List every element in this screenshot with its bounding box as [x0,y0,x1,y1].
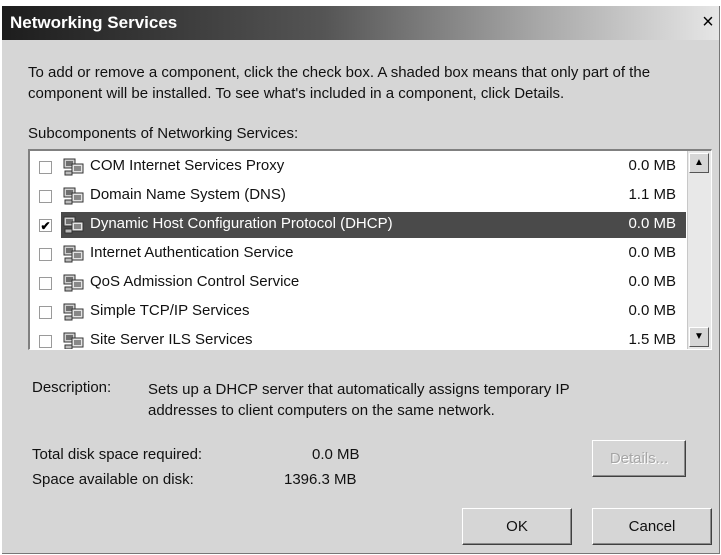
component-size: 1.1 MB [628,186,676,203]
component-name: Dynamic Host Configuration Protocol (DHC… [90,215,393,232]
computer-network-icon [63,244,85,264]
disk-required-label: Total disk space required: [32,446,203,463]
list-item[interactable]: COM Internet Services Proxy 0.0 MB [30,153,686,182]
component-checkbox[interactable] [39,335,52,348]
component-size: 0.0 MB [628,302,676,319]
component-checkbox[interactable] [39,248,52,261]
disk-available-value: 1396.3 MB [284,471,357,488]
component-checkbox[interactable] [39,277,52,290]
component-name: Simple TCP/IP Services [90,302,250,319]
component-name: Site Server ILS Services [90,331,253,348]
computer-network-icon [63,302,85,322]
component-checkbox[interactable] [39,306,52,319]
close-icon[interactable]: × [697,11,719,33]
details-button[interactable]: Details... [592,440,686,477]
component-size: 0.0 MB [628,273,676,290]
computer-network-icon [63,157,85,177]
list-item[interactable]: Site Server ILS Services 1.5 MB [30,327,686,349]
component-name: COM Internet Services Proxy [90,157,285,174]
cancel-button[interactable]: Cancel [592,508,712,545]
component-name: Domain Name System (DNS) [90,186,286,203]
component-name: QoS Admission Control Service [90,273,300,290]
list-rows: COM Internet Services Proxy 0.0 MB Domain … [30,153,686,349]
scroll-down-button[interactable]: ▼ [689,327,709,347]
component-checkbox[interactable]: ✔ [39,219,52,232]
title-bar: Networking Services × [2,6,719,40]
list-item[interactable]: Domain Name System (DNS) 1.1 MB [30,182,686,211]
list-item[interactable]: Simple TCP/IP Services 0.0 MB [30,298,686,327]
instructions-text: To add or remove a component, click the … [28,64,651,102]
subcomponents-list[interactable]: COM Internet Services Proxy 0.0 MB Domain … [28,149,712,350]
component-checkbox[interactable] [39,161,52,174]
vertical-scrollbar[interactable]: ▲ ▼ [687,151,711,349]
computer-network-icon [63,215,85,235]
computer-network-icon [63,186,85,206]
computer-network-icon [63,273,85,293]
description-text: Sets up a DHCP server that automatically… [148,381,570,419]
description-label: Description: [32,379,112,396]
networking-services-dialog: Networking Services × To add or remove a… [2,6,720,554]
component-size: 0.0 MB [628,215,676,232]
dialog-title: Networking Services [10,13,178,32]
ok-button[interactable]: OK [462,508,572,545]
computer-network-icon [63,331,85,349]
disk-required-value: 0.0 MB [312,446,360,463]
component-name: Internet Authentication Service [90,244,294,261]
disk-available-label: Space available on disk: [32,471,194,488]
component-checkbox[interactable] [39,190,52,203]
component-size: 0.0 MB [628,157,676,174]
list-item[interactable]: QoS Admission Control Service 0.0 MB [30,269,686,298]
scroll-up-button[interactable]: ▲ [689,153,709,173]
component-size: 1.5 MB [628,331,676,348]
list-item[interactable]: Internet Authentication Service 0.0 MB [30,240,686,269]
component-size: 0.0 MB [628,244,676,261]
list-item[interactable]: ✔ Dynamic Host Configuration Protocol (DH… [30,211,686,240]
subcomponents-label: Subcomponents of Networking Services: [28,125,299,142]
